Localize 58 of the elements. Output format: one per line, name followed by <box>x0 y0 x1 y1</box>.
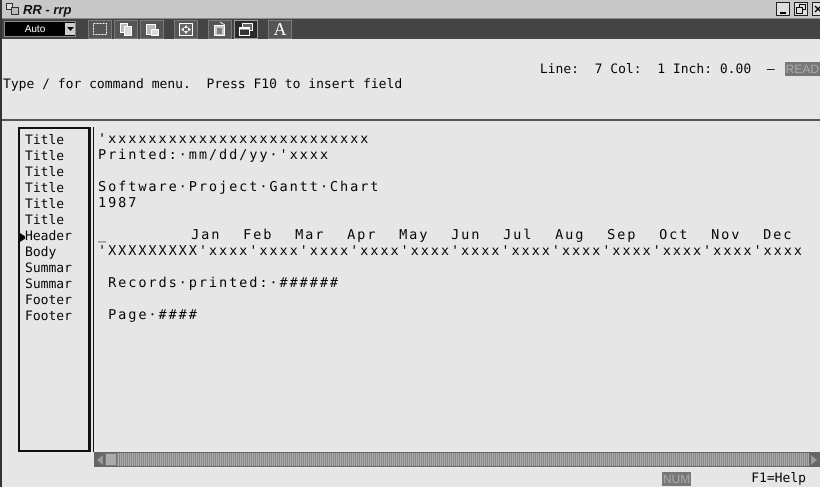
month-label: Jan <box>191 227 222 243</box>
close-icon <box>814 4 820 14</box>
band-label[interactable]: Title <box>25 133 64 149</box>
scroll-thumb[interactable] <box>105 453 117 466</box>
report-line: 1987 <box>98 195 138 211</box>
windows-button[interactable] <box>234 20 258 38</box>
report-line: Records·printed:·###### <box>107 275 340 291</box>
month-label: Aug <box>555 227 586 243</box>
report-line: Page·#### <box>107 307 199 323</box>
month-label: Nov <box>711 227 742 243</box>
report-line: 'XXXXXXXXX'xxxx'xxxx'xxxx'xxxx'xxxx'xxxx'xxxx'xxxx'xxxx'xxxx'xxxx'xxxx <box>98 243 804 259</box>
month-label: Jul <box>503 227 534 243</box>
month-label: Apr <box>347 227 378 243</box>
caret-icon <box>66 26 74 32</box>
select-icon <box>91 20 109 38</box>
band-label[interactable]: Title <box>25 197 64 213</box>
month-label: Dec <box>763 227 794 243</box>
band-label[interactable]: Title <box>25 181 64 197</box>
band-label[interactable]: Footer <box>25 309 72 325</box>
move-arrows-icon <box>177 20 195 38</box>
month-label: Feb <box>243 227 274 243</box>
month-label: Mar <box>295 227 326 243</box>
select-button[interactable] <box>88 20 112 38</box>
month-label: Jun <box>451 227 482 243</box>
window-title: RR - rrp <box>23 2 72 16</box>
cursor-position: Line: 7 Col: 1 Inch: 0.00 — <box>540 62 775 76</box>
windows-icon <box>237 20 255 38</box>
app-icon <box>6 3 19 15</box>
band-label[interactable]: Title <box>25 165 64 181</box>
move-arrows-button[interactable] <box>174 20 198 38</box>
clipboard-button[interactable] <box>208 20 232 38</box>
text-cursor: _ <box>98 227 108 243</box>
style-dropdown[interactable]: Auto <box>4 21 76 37</box>
restore-button[interactable] <box>794 2 808 16</box>
minimize-icon <box>780 12 786 14</box>
report-line: Printed:·mm/dd/yy·'xxxx <box>98 147 330 163</box>
band-label[interactable]: Summar <box>25 261 72 277</box>
band-label[interactable]: Footer <box>25 293 72 309</box>
minimize-button[interactable] <box>776 2 790 16</box>
month-label: May <box>399 227 430 243</box>
band-label[interactable]: Body <box>25 245 56 261</box>
band-label[interactable]: Title <box>25 149 64 165</box>
font-button[interactable]: A <box>268 20 292 38</box>
horizontal-scrollbar[interactable] <box>94 452 820 467</box>
help-hint: F1=Help <box>751 471 806 486</box>
band-label[interactable]: Summar <box>25 277 72 293</box>
restore-icon <box>796 4 806 14</box>
report-line: 'xxxxxxxxxxxxxxxxxxxxxxxxxx <box>98 131 370 147</box>
month-label: Sep <box>607 227 638 243</box>
paste-button[interactable] <box>140 20 164 38</box>
band-label[interactable]: Header <box>25 229 72 245</box>
prompt-text: Type / for command menu. Press F10 to insert field <box>2 77 404 92</box>
close-button[interactable] <box>812 2 820 16</box>
copy-icon <box>117 20 135 38</box>
month-label: Oct <box>659 227 690 243</box>
copy-button[interactable] <box>114 20 138 38</box>
band-label[interactable]: Title <box>25 213 64 229</box>
report-line: Software·Project·Gantt·Chart <box>98 179 380 195</box>
